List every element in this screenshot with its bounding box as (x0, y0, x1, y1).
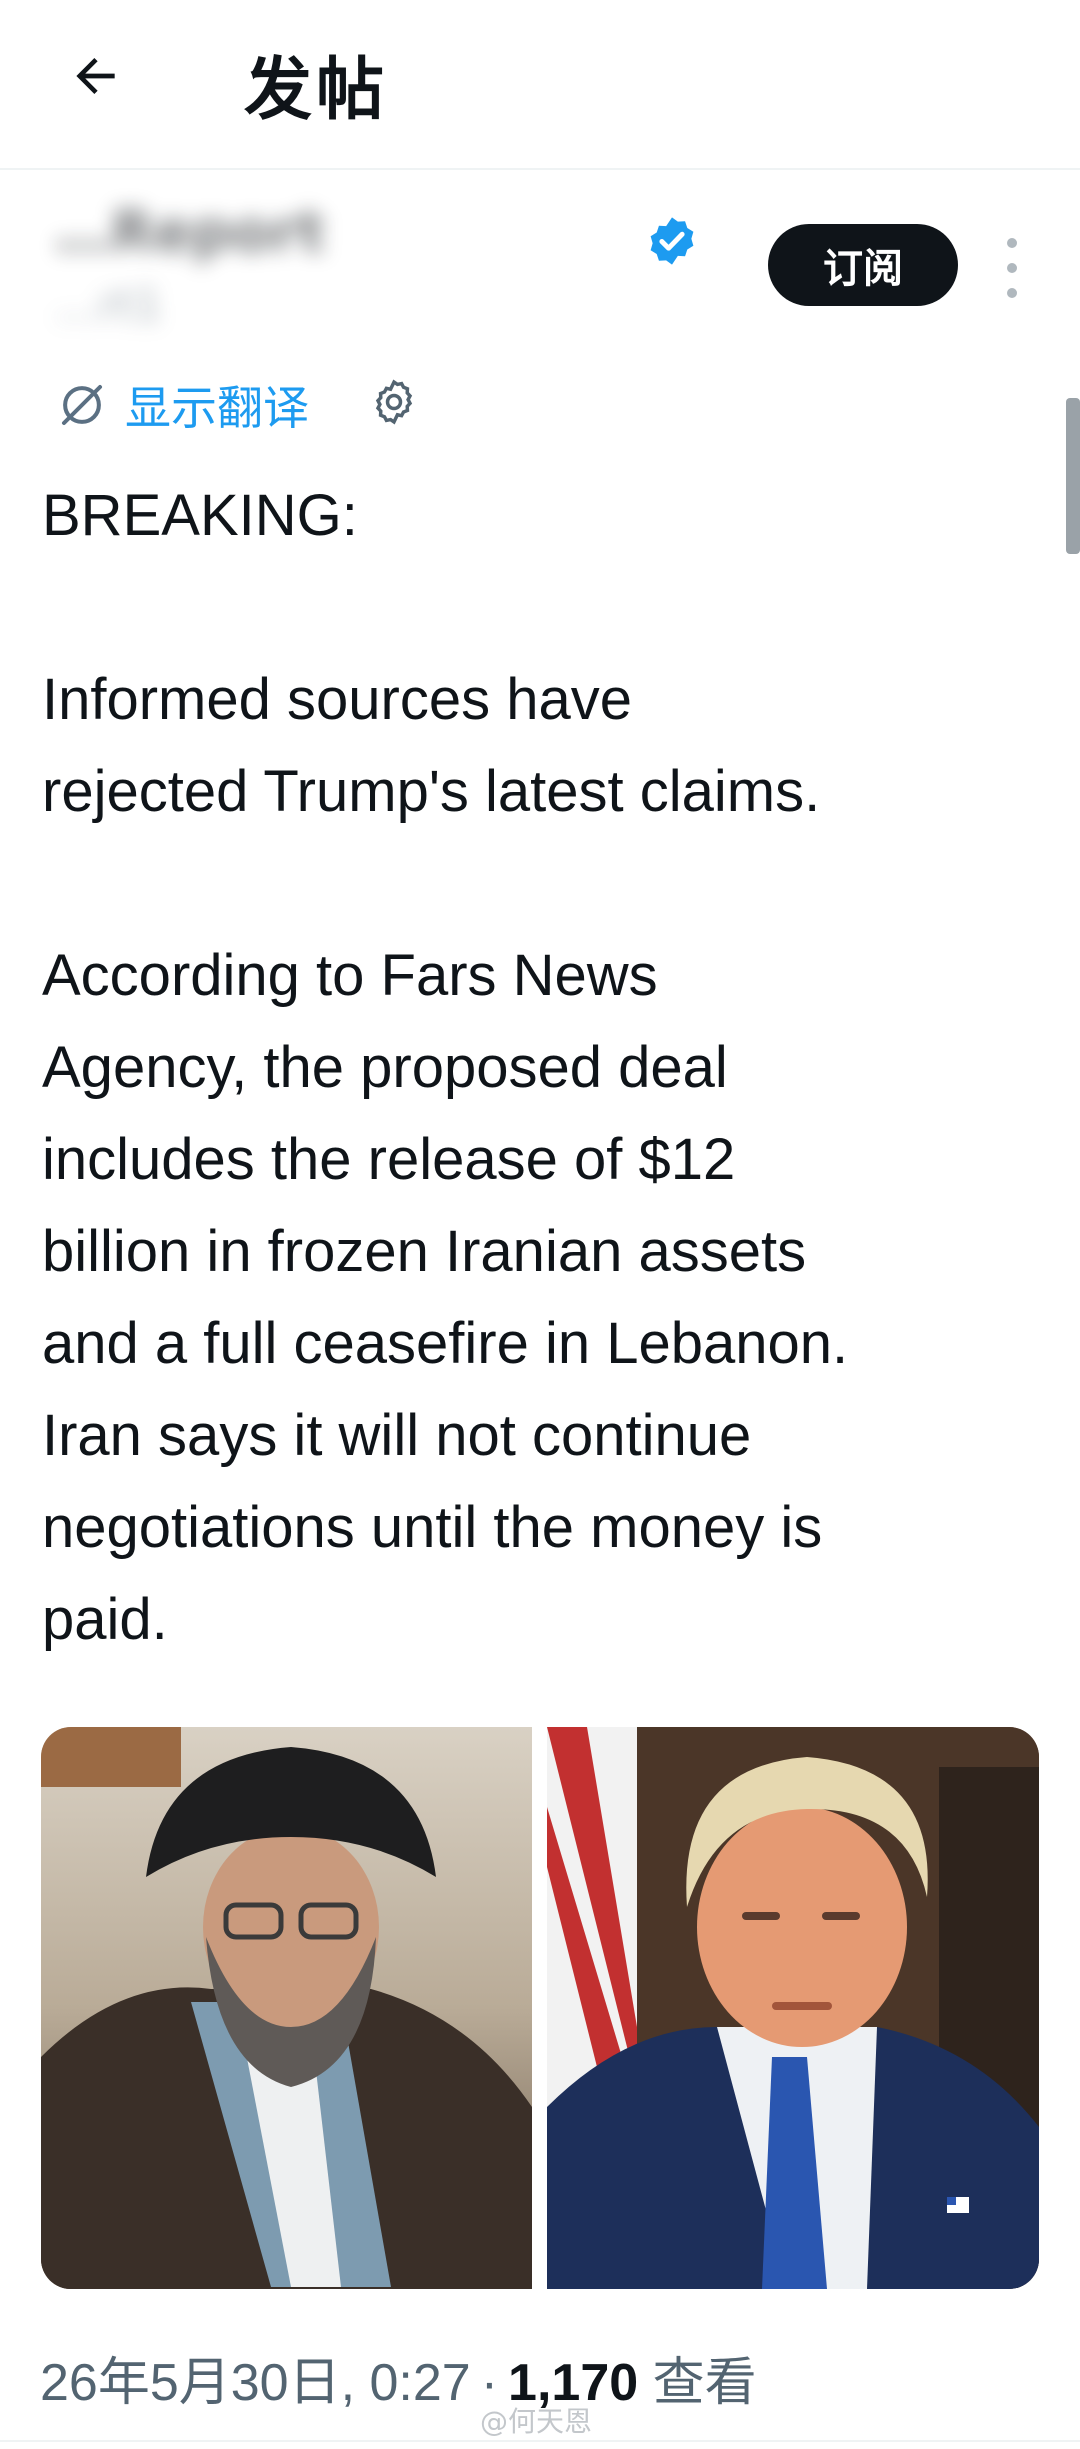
watermark: @何天恩 (480, 2405, 593, 2438)
tweet-photo-left[interactable] (41, 1727, 532, 2289)
top-bar (0, 0, 1080, 170)
timestamp: 26年5月30日, 0:27 (40, 2354, 471, 2412)
cleric-portrait-image (41, 1727, 532, 2289)
trump-portrait-image (547, 1727, 1039, 2289)
tweet-photo-right[interactable] (547, 1727, 1039, 2289)
tweet-meta: 26年5月30日, 0:27 · 1,170 查看 (40, 2340, 757, 2415)
show-translation-link[interactable]: 显示翻译 (55, 372, 309, 438)
subscribe-button[interactable]: 订阅 (768, 224, 958, 306)
divider (0, 2440, 1080, 2442)
back-arrow-icon (76, 58, 115, 94)
show-translation-label: 显示翻译 (125, 381, 309, 435)
author-handle: …rt1 (55, 280, 163, 331)
tweet-text: BREAKING: Informed sources have rejected… (42, 483, 849, 1652)
scrollbar[interactable] (1066, 398, 1080, 554)
translate-icon (61, 384, 103, 426)
author-name[interactable]: …Report (55, 200, 325, 265)
verified-badge-icon (650, 217, 694, 265)
more-options-icon[interactable] (998, 238, 1026, 298)
views-label: 查看 (638, 2354, 757, 2412)
gear-icon[interactable] (368, 376, 420, 428)
back-button[interactable] (60, 40, 132, 112)
page-title: 发帖 (244, 51, 389, 130)
